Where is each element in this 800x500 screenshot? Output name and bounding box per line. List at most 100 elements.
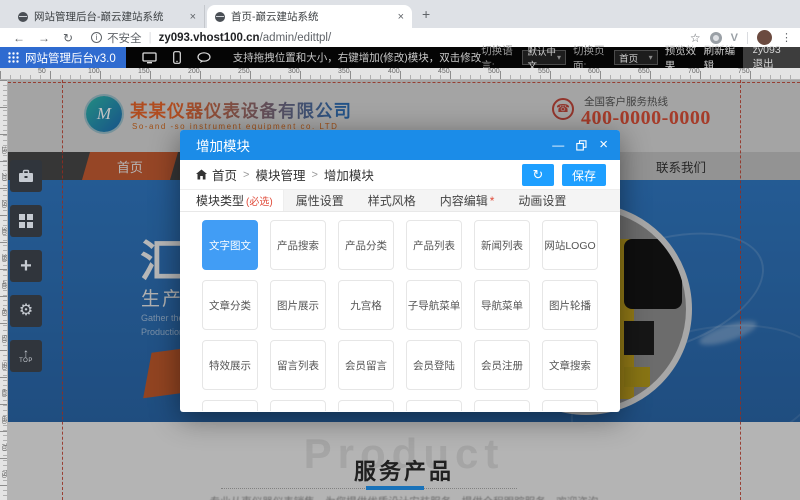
address-divider: | bbox=[149, 32, 152, 44]
browser-tab-bar: 网站管理后台-巅云建站系统 × 首页-巅云建站系统 × + bbox=[0, 0, 800, 28]
url-field[interactable]: zy093.vhost100.cn/admin/edittpl/ bbox=[159, 32, 332, 44]
modal-header[interactable]: 增加模块 — × bbox=[180, 130, 620, 160]
modal-refresh-button[interactable]: ↻ bbox=[522, 164, 554, 186]
module-grid: 文字图文产品搜索产品分类产品列表新闻列表网站LOGO 文章分类图片展示九宫格子导航… bbox=[180, 212, 620, 411]
toolbox-icon bbox=[18, 169, 34, 183]
url-path: /admin/edittpl/ bbox=[260, 32, 332, 44]
module-type-item[interactable]: 图片轮播 bbox=[542, 280, 598, 330]
modal-breadcrumb-row: 首页 > 模块管理 > 增加模块 ↻ 保存 bbox=[180, 160, 620, 190]
tab-title: 首页-巅云建站系统 bbox=[231, 9, 392, 24]
tab-content-edit[interactable]: 内容编辑 * bbox=[428, 190, 507, 211]
ruler-label: 550 bbox=[0, 362, 6, 369]
module-type-item[interactable]: 产品分类 bbox=[338, 220, 394, 270]
tab-close-icon[interactable]: × bbox=[398, 11, 404, 23]
page-select-value: 首页 bbox=[619, 51, 638, 65]
tab-title: 网站管理后台-巅云建站系统 bbox=[34, 9, 184, 24]
ruler-label: 200 bbox=[188, 68, 200, 75]
top-label: TOP bbox=[19, 358, 33, 364]
module-type-item[interactable]: 文章分类 bbox=[202, 280, 258, 330]
module-type-item[interactable] bbox=[270, 400, 326, 411]
tab-label: 属性设置 bbox=[296, 192, 344, 209]
forward-icon[interactable]: → bbox=[38, 31, 50, 45]
ruler-label: 700 bbox=[688, 68, 700, 75]
tab-label: 动画设置 bbox=[518, 192, 566, 209]
module-type-item[interactable]: 文章搜索 bbox=[542, 340, 598, 390]
browser-tab-home[interactable]: 首页-巅云建站系统 × bbox=[207, 5, 412, 28]
new-tab-button[interactable]: + bbox=[422, 6, 430, 22]
module-type-item[interactable]: 产品列表 bbox=[406, 220, 462, 270]
admin-brand-label: 网站管理后台v3.0 bbox=[25, 50, 116, 66]
save-button[interactable]: 保存 bbox=[562, 164, 606, 186]
back-to-top-button[interactable]: ↑ TOP bbox=[10, 340, 42, 372]
tab-close-icon[interactable]: × bbox=[190, 11, 196, 23]
module-type-item[interactable]: 子导航菜单 bbox=[406, 280, 462, 330]
module-type-item[interactable] bbox=[406, 400, 462, 411]
modal-title: 增加模块 bbox=[196, 135, 250, 155]
ruler-label: 650 bbox=[0, 416, 6, 423]
ruler-label: 500 bbox=[0, 335, 6, 342]
tab-module-type[interactable]: 模块类型 (必选) bbox=[180, 190, 284, 211]
editor-side-toolbar: + ⚙ ↑ TOP bbox=[10, 160, 42, 372]
module-type-item[interactable]: 新闻列表 bbox=[474, 220, 530, 270]
browser-tab-admin[interactable]: 网站管理后台-巅云建站系统 × bbox=[10, 5, 205, 28]
plus-icon: + bbox=[20, 257, 32, 275]
module-type-item[interactable]: 会员注册 bbox=[474, 340, 530, 390]
ruler-label: 600 bbox=[0, 389, 6, 396]
module-type-item[interactable] bbox=[338, 400, 394, 411]
module-type-item[interactable]: 会员登陆 bbox=[406, 340, 462, 390]
close-icon[interactable]: × bbox=[599, 139, 608, 151]
breadcrumb-item[interactable]: 首页 bbox=[212, 165, 237, 184]
breadcrumb-item[interactable]: 模块管理 bbox=[255, 165, 305, 184]
ruler-label: 350 bbox=[0, 254, 6, 261]
module-type-item[interactable] bbox=[542, 400, 598, 411]
add-module-button[interactable]: + bbox=[10, 250, 42, 282]
module-type-item[interactable]: 导航菜单 bbox=[474, 280, 530, 330]
lang-select[interactable]: 默认中文 ▾ bbox=[522, 50, 566, 65]
settings-button[interactable]: ⚙ bbox=[10, 295, 42, 327]
module-type-item[interactable]: 留言列表 bbox=[270, 340, 326, 390]
url-host: zy093.vhost100.cn bbox=[159, 32, 260, 44]
module-type-item[interactable]: 产品搜索 bbox=[270, 220, 326, 270]
module-type-item[interactable]: 九宫格 bbox=[338, 280, 394, 330]
screen: 网站管理后台-巅云建站系统 × 首页-巅云建站系统 × + ← → ↻ i 不安… bbox=[0, 0, 800, 500]
module-type-item[interactable]: 特效展示 bbox=[202, 340, 258, 390]
restore-icon[interactable] bbox=[576, 140, 587, 151]
breadcrumb-item[interactable]: 增加模块 bbox=[324, 165, 374, 184]
mobile-view-icon[interactable] bbox=[173, 51, 181, 64]
module-type-item[interactable]: 网站LOGO bbox=[542, 220, 598, 270]
chat-icon[interactable] bbox=[197, 52, 211, 64]
tab-label: 内容编辑 bbox=[440, 192, 488, 209]
ruler-label: 650 bbox=[638, 68, 650, 75]
tab-style[interactable]: 样式风格 bbox=[356, 190, 428, 211]
ruler-left: 150200250300350400450500550600650700750 bbox=[0, 80, 8, 500]
module-type-item[interactable]: 文字图文 bbox=[202, 220, 258, 270]
ruler-label: 150 bbox=[138, 68, 150, 75]
info-icon[interactable]: i bbox=[91, 32, 102, 43]
ruler-label: 50 bbox=[38, 68, 46, 75]
grid-dots-icon bbox=[8, 52, 19, 63]
module-type-item[interactable]: 会员留言 bbox=[338, 340, 394, 390]
chevron-down-icon: ▾ bbox=[649, 53, 653, 62]
tab-attributes[interactable]: 属性设置 bbox=[284, 190, 356, 211]
logout-button[interactable]: zy093退出 bbox=[743, 47, 800, 68]
ruler-label: 550 bbox=[538, 68, 550, 75]
back-icon[interactable]: ← bbox=[13, 31, 25, 45]
module-type-item[interactable]: 图片展示 bbox=[270, 280, 326, 330]
minimize-icon[interactable]: — bbox=[552, 140, 564, 150]
reload-icon[interactable]: ↻ bbox=[63, 31, 73, 45]
desktop-view-icon[interactable] bbox=[142, 52, 157, 64]
ruler-label: 250 bbox=[238, 68, 250, 75]
ruler-label: 450 bbox=[0, 308, 6, 315]
admin-brand: 网站管理后台v3.0 bbox=[0, 47, 126, 68]
modules-grid-icon bbox=[19, 214, 33, 228]
ruler-label: 200 bbox=[0, 173, 6, 180]
tab-animation[interactable]: 动画设置 bbox=[506, 190, 578, 211]
home-icon bbox=[196, 169, 207, 180]
page-select[interactable]: 首页 ▾ bbox=[614, 50, 658, 65]
ruler-label: 450 bbox=[438, 68, 450, 75]
module-type-item[interactable] bbox=[202, 400, 258, 411]
module-type-item[interactable] bbox=[474, 400, 530, 411]
toolbox-button[interactable] bbox=[10, 160, 42, 192]
modules-button[interactable] bbox=[10, 205, 42, 237]
breadcrumb-separator: > bbox=[243, 169, 249, 181]
